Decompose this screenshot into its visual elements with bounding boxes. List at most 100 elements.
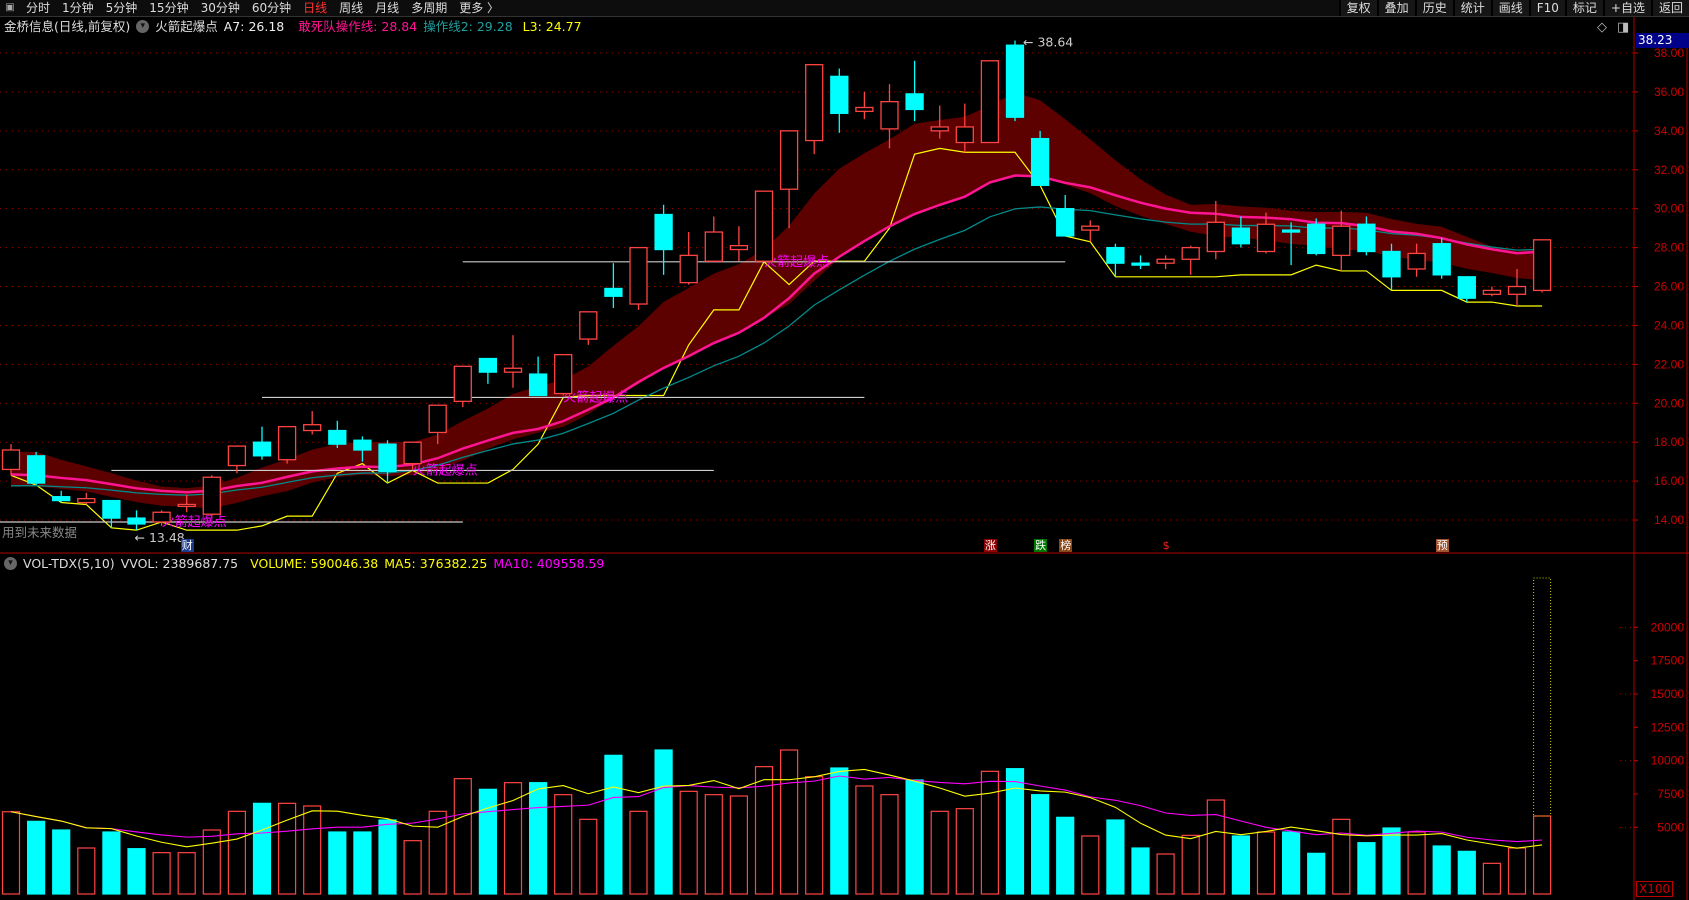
line2-value: 操作线2: 29.28: [423, 19, 513, 34]
candle: [1056, 195, 1075, 237]
candle: [1131, 255, 1150, 270]
volume-bar: [1156, 853, 1175, 895]
candle: [1482, 286, 1502, 297]
period-tab[interactable]: 1分钟: [56, 0, 100, 16]
toolbar-button[interactable]: 历史: [1414, 0, 1453, 16]
candle-body: [1005, 44, 1025, 118]
candle-body: [428, 404, 447, 434]
event-marker[interactable]: $: [1160, 539, 1173, 552]
volume-bar: [1081, 835, 1100, 895]
event-marker[interactable]: 财: [180, 539, 194, 552]
volume-bar: [353, 831, 372, 895]
volume-bar: [152, 852, 171, 895]
candle: [227, 445, 247, 474]
volume-bar: [202, 829, 221, 895]
l3-line: [10, 147, 1543, 531]
candle-body: [1432, 243, 1451, 276]
event-marker[interactable]: 预: [1435, 539, 1449, 552]
toolbar-button[interactable]: +自选: [1602, 0, 1651, 16]
price-tick-label: 24.00: [1654, 318, 1684, 332]
candle: [77, 492, 96, 505]
candle-body: [1, 449, 21, 471]
candle: [1432, 237, 1451, 279]
toolbar-button[interactable]: F10: [1528, 0, 1565, 16]
candle: [328, 420, 347, 449]
period-tab[interactable]: 15分钟: [143, 0, 194, 16]
candle-body: [1382, 250, 1401, 278]
collapse-icon[interactable]: ▣: [0, 0, 20, 16]
event-marker[interactable]: 跌: [1034, 539, 1048, 552]
candle: [1181, 245, 1200, 275]
candle-body: [905, 93, 924, 111]
volume-tick-label: 12500: [1651, 720, 1685, 734]
candle: [1532, 239, 1552, 293]
volume-bar: [1030, 794, 1050, 895]
volume-bar: [905, 779, 924, 895]
period-tab[interactable]: 60分钟: [246, 0, 297, 16]
indicator-dropdown-icon[interactable]: ▾: [136, 20, 150, 33]
volume-bar: [378, 819, 397, 895]
volume-bar: [1131, 847, 1150, 895]
toolbar-button[interactable]: 返回: [1650, 0, 1689, 16]
candle: [729, 226, 749, 262]
chart-canvas[interactable]: 14.00 16.00 18.00 20.00 22.00 24.00 26.00 28.00…: [0, 0, 1689, 900]
period-tab[interactable]: 周线: [333, 0, 369, 16]
period-tab[interactable]: 月线: [369, 0, 405, 16]
signal-label: 火箭起爆点: [413, 462, 478, 478]
toolbar-button[interactable]: 复权: [1338, 0, 1377, 16]
period-menubar: ▣ 分时 1分钟 5分钟 15分钟 30分钟 60分钟 日线 周线 月线 多周期 更多 〉 复权 叠加历…: [0, 0, 1689, 17]
panel-toggle-icon[interactable]: ◨: [1617, 20, 1629, 35]
volume-bar: [1231, 835, 1251, 895]
volume-bar: [1281, 831, 1301, 895]
price-tick-label: 32.00: [1654, 163, 1684, 177]
toolbar-button[interactable]: 统计: [1452, 0, 1491, 16]
vol-name[interactable]: VOL-TDX(5,10): [23, 555, 115, 572]
signal-label: 火箭起爆点: [563, 389, 628, 405]
period-tab[interactable]: 更多 〉: [453, 0, 505, 16]
candle-body: [955, 126, 974, 144]
candle-body: [26, 455, 46, 484]
candle-body: [528, 373, 548, 397]
volume-value: VOLUME: 590046.38: [250, 556, 379, 571]
candle-body: [1131, 262, 1150, 266]
candle-body: [679, 254, 698, 284]
candle: [1307, 218, 1326, 256]
candle: [378, 440, 397, 484]
volume-dropdown-icon[interactable]: ▾: [4, 557, 17, 570]
candle: [26, 451, 46, 486]
candle-body: [1231, 227, 1251, 245]
signal-label: 火箭起爆点: [764, 254, 829, 270]
period-tab[interactable]: 5分钟: [100, 0, 144, 16]
candle-body: [579, 311, 598, 340]
candle-body: [52, 496, 71, 502]
candle-body: [1532, 239, 1552, 292]
toolbar-button[interactable]: 叠加: [1376, 0, 1415, 16]
volume-bar: [830, 767, 849, 895]
event-marker[interactable]: 榜: [1059, 539, 1073, 552]
toolbar-button[interactable]: 画线: [1490, 0, 1529, 16]
candle: [478, 357, 498, 384]
candle-body: [704, 231, 723, 262]
event-marker[interactable]: 涨: [983, 539, 997, 552]
price-tick-label: 28.00: [1654, 241, 1684, 255]
period-tab[interactable]: 30分钟: [195, 0, 246, 16]
volume-bar: [102, 831, 121, 895]
price-tick-label: 36.00: [1654, 85, 1684, 99]
period-tab[interactable]: 分时: [20, 0, 56, 16]
period-tab[interactable]: 日线: [297, 0, 333, 16]
volume-bar: [779, 749, 799, 895]
volume-bar: [629, 810, 648, 895]
indicator-name[interactable]: 火箭起爆点: [155, 18, 218, 35]
toolbar-button[interactable]: 标记: [1564, 0, 1603, 16]
candle: [554, 353, 573, 396]
candle-body: [77, 497, 96, 504]
stock-title: 金桥信息(日线,前复权): [4, 19, 131, 34]
volume-bar: [278, 802, 297, 895]
projected-volume-bar: [1533, 577, 1552, 817]
volume-bar: [554, 794, 573, 895]
volume-info-bar: ▾ VOL-TDX(5,10) VVOL: 2389687.75 VOLUME:…: [0, 555, 604, 572]
volume-bar: [403, 840, 422, 895]
period-tab[interactable]: 多周期: [405, 0, 453, 16]
volume-bar: [1507, 847, 1527, 895]
diamond-icon[interactable]: ◇: [1597, 20, 1607, 35]
